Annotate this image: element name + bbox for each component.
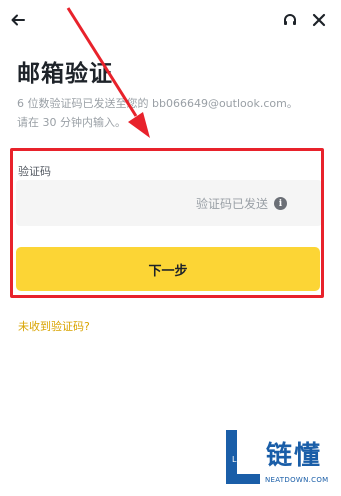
watermark-text-cn: 链懂 (266, 441, 323, 471)
logo-letter: L (232, 455, 237, 464)
watermark-text-en: NEATDOWN.COM (265, 476, 329, 484)
neatdown-logo: L (226, 430, 260, 484)
annotation-arrow (66, 7, 150, 138)
